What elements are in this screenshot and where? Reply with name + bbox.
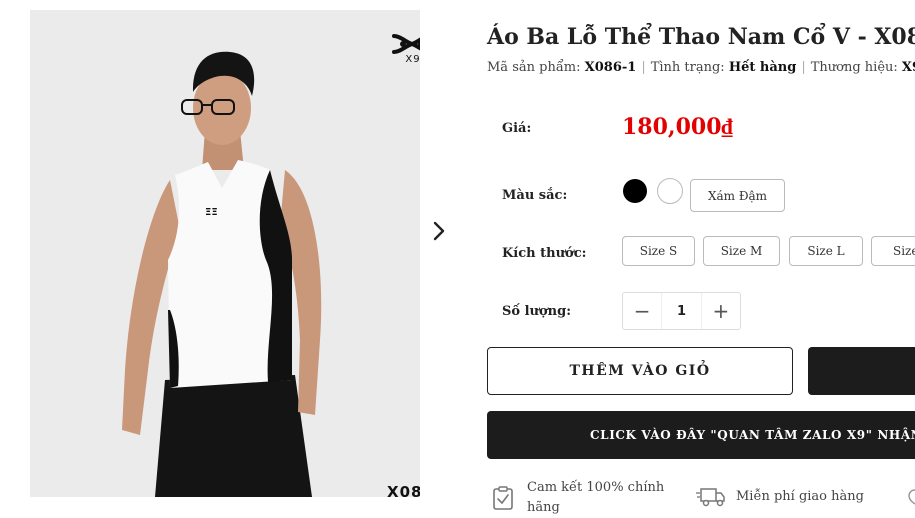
quantity-decrease-button[interactable]: −	[623, 293, 661, 329]
feature-authentic: Cam kết 100% chính hãng	[527, 478, 664, 518]
status-value: Hết hàng	[728, 60, 797, 75]
color-swatch-white[interactable]	[657, 178, 683, 204]
status-label: Tình trạng:	[650, 60, 725, 75]
size-option-m[interactable]: Size M	[703, 236, 780, 266]
size-option-xl[interactable]: Size	[871, 236, 915, 266]
sku-label: Mã sản phẩm:	[487, 60, 581, 75]
feature-authentic-line1: Cam kết 100% chính	[527, 480, 665, 495]
color-option-dark-gray[interactable]: Xám Đậm	[690, 179, 785, 212]
size-label: Kích thước:	[502, 246, 587, 261]
product-code-tag: X086	[387, 483, 420, 497]
buy-now-button[interactable]	[808, 347, 915, 395]
x9-logo-icon	[392, 34, 420, 54]
chevron-right-icon	[433, 221, 445, 241]
brand-label: Thương hiệu:	[810, 60, 898, 75]
price-value: 180,000₫	[622, 114, 733, 140]
zalo-follow-banner[interactable]: CLICK VÀO ĐÂY "QUAN TÂM ZALO X9" NHẬN 1	[487, 411, 915, 459]
quantity-increase-button[interactable]: +	[702, 293, 740, 329]
quantity-label: Số lượng:	[502, 304, 571, 319]
svg-text:ΞΞ: ΞΞ	[205, 207, 218, 218]
brand-value: X9	[901, 60, 915, 75]
size-option-s[interactable]: Size S	[622, 236, 695, 266]
product-image[interactable]: ΞΞ X9 X086	[30, 10, 420, 497]
quantity-stepper: − 1 +	[622, 292, 741, 330]
feature-free-shipping: Miễn phí giao hàng	[736, 489, 864, 504]
logo-text: X9	[405, 54, 420, 65]
add-to-cart-button[interactable]: THÊM VÀO GIỎ	[487, 347, 793, 395]
brand-logo: X9	[390, 32, 420, 65]
sku-value: X086-1	[584, 60, 637, 75]
partial-feature-icon	[908, 489, 915, 505]
color-label: Màu sắc:	[502, 188, 568, 203]
clipboard-check-icon	[493, 486, 513, 510]
model-photo-illustration: ΞΞ	[30, 10, 420, 497]
product-title: Áo Ba Lỗ Thể Thao Nam Cổ V - X086	[487, 24, 915, 50]
quantity-input[interactable]: 1	[661, 293, 702, 329]
product-meta: Mã sản phẩm: X086-1 | Tình trạng: Hết hàng…	[487, 60, 915, 75]
color-swatch-black[interactable]	[623, 179, 647, 203]
feature-authentic-line2: hãng	[527, 500, 560, 515]
next-image-button[interactable]	[428, 218, 450, 244]
price-label: Giá:	[502, 121, 532, 136]
delivery-truck-icon	[696, 488, 725, 507]
size-option-l[interactable]: Size L	[789, 236, 863, 266]
